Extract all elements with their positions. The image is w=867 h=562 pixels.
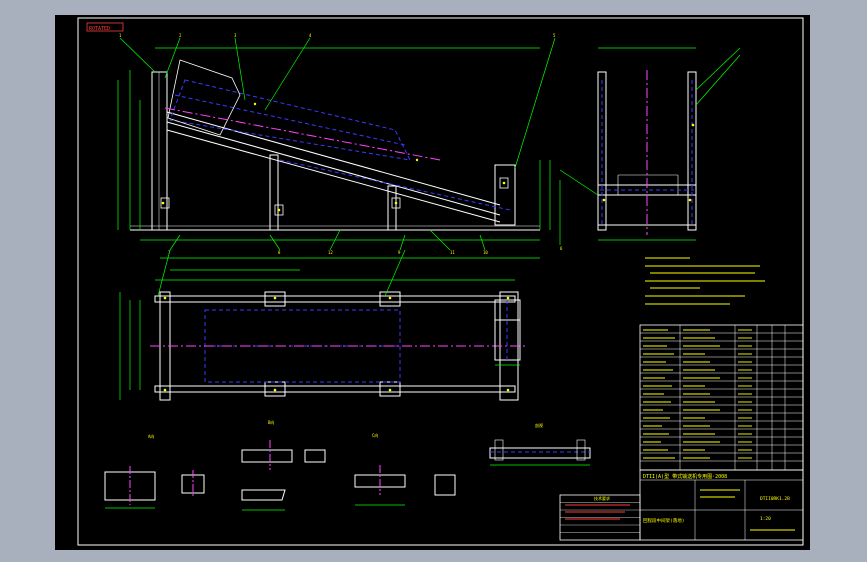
part-label: 10 bbox=[483, 250, 488, 255]
drawing-number: DTII0RK1.2B bbox=[760, 496, 790, 502]
cad-viewport[interactable]: ROTATED 1 2 3 4 5 6 7 8 9 10 11 12 A向 B向… bbox=[0, 0, 867, 562]
drawing-name: 回程段中间架(落地) bbox=[643, 517, 684, 524]
rotated-stamp-text: ROTATED bbox=[89, 26, 110, 32]
section-label: 剖视 bbox=[535, 422, 543, 428]
view-b-label: B向 bbox=[268, 419, 274, 425]
view-a-label: A向 bbox=[148, 433, 154, 439]
cad-drawing: ROTATED 1 2 3 4 5 6 7 8 9 10 11 12 A向 B向… bbox=[55, 15, 810, 550]
drawing-main-title: DTII(A)型 带式输送机专用图·2008 bbox=[643, 473, 727, 480]
notes-heading: 技术要求 bbox=[594, 495, 610, 501]
drawing-scale: 1:20 bbox=[760, 516, 771, 522]
view-c-label: C向 bbox=[372, 432, 378, 438]
part-label: 11 bbox=[450, 250, 455, 255]
part-label: 12 bbox=[328, 250, 333, 255]
